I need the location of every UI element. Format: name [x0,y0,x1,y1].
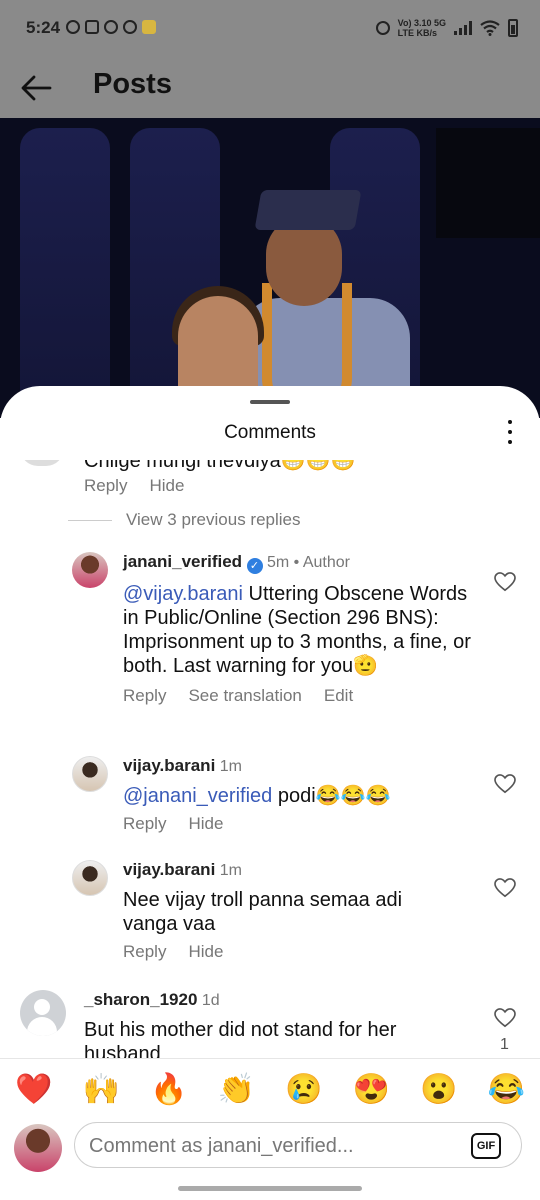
emoji-clap-button[interactable]: 👏 [218,1072,255,1107]
status-bar: 5:24 Vo) 3.10 5G LTE KB/s [0,0,540,60]
reply-button[interactable]: Reply [123,686,166,706]
comment-time: 1m [219,758,242,775]
comment-composer: GIF [74,1122,522,1168]
heart-icon[interactable] [494,572,516,592]
comment-actions: Reply See translation Edit [123,686,483,706]
snapchat-icon [104,20,118,34]
network-top: Vo) 3.10 5G [397,18,446,28]
emoji-heart-button[interactable]: ❤️ [15,1072,52,1107]
comment-header: _sharon_1920 1d [84,990,444,1010]
status-right: Vo) 3.10 5G LTE KB/s [375,18,518,38]
avatar[interactable] [72,552,108,588]
page-title: Posts [93,68,172,100]
message-icon [123,20,137,34]
see-translation-button[interactable]: See translation [188,686,301,706]
view-previous-label: View 3 previous replies [126,510,301,529]
thread-line [68,519,112,521]
comment-text: Nee vijay troll panna semaa adi vanga va… [123,889,403,935]
notification-icons [66,20,156,34]
network-bottom: LTE KB/s [397,28,437,38]
avatar [14,1124,62,1172]
avatar[interactable] [72,756,108,792]
notes-icon [142,20,156,34]
like-count: 1 [500,1036,509,1053]
signal-icon [454,21,472,35]
avatar[interactable] [20,460,64,466]
page-header: Posts [0,60,540,118]
reply-button[interactable]: Reply [84,476,127,496]
comment-header: vijay.barani 1m [123,756,483,776]
comment-time: 1m [219,862,242,879]
comment-actions: Reply Hide [123,814,483,834]
hide-button[interactable]: Hide [188,814,223,834]
battery-icon [508,19,518,37]
alarm-icon [375,21,390,35]
username[interactable]: _sharon_1920 [84,990,197,1009]
avatar[interactable] [72,860,108,896]
username[interactable]: janani_verified [123,552,242,571]
post-video[interactable] [0,118,540,418]
comment-text: @janani_verified podi😂😂😂 [123,784,483,808]
author-tag: • Author [293,554,350,571]
reply-button[interactable]: Reply [123,942,166,962]
mention-link[interactable]: @vijay.barani [123,583,243,605]
comment-body: podi😂😂😂 [272,785,391,807]
heart-icon[interactable] [494,878,516,898]
emoji-bar: ❤️ 🙌 🔥 👏 😢 😍 😮 😂 [0,1066,540,1112]
video-inset [436,128,540,238]
comment-header: janani_verified ✓ 5m • Author [123,552,483,574]
emoji-laughing-button[interactable]: 😂 [488,1072,525,1107]
comment-actions: Reply Hide [123,942,443,962]
mention-link[interactable]: @janani_verified [123,785,272,807]
graduation-cap [254,190,362,230]
comment-list[interactable]: Chiige mungi thevdiya😁😁😁 Reply Hide View… [0,460,540,1058]
verified-badge-icon: ✓ [246,558,263,574]
comment-input[interactable] [89,1133,459,1159]
heart-icon[interactable] [494,1008,516,1028]
reply-button[interactable]: Reply [123,814,166,834]
drag-handle[interactable] [250,400,290,404]
emoji-sad-button[interactable]: 😢 [285,1072,322,1107]
comment-header: vijay.barani 1m [123,860,443,880]
comment-text: Chiige mungi thevdiya😁😁😁 [84,460,356,472]
sheet-title: Comments [224,422,316,443]
more-options-icon[interactable] [508,420,514,444]
hide-button[interactable]: Hide [149,476,184,496]
gif-button[interactable]: GIF [471,1133,501,1159]
username[interactable]: vijay.barani [123,756,215,775]
edit-button[interactable]: Edit [324,686,353,706]
avatar[interactable] [20,990,66,1036]
comment-text: But his mother did not stand for her hus… [84,1019,397,1058]
comment-time: 5m [266,554,290,571]
curtain-shape [20,128,110,418]
heart-icon[interactable] [494,774,516,794]
wifi-icon [480,20,500,36]
username[interactable]: vijay.barani [123,860,215,879]
emoji-heart-eyes-button[interactable]: 😍 [353,1072,390,1107]
comment-time: 1d [201,992,220,1009]
hide-button[interactable]: Hide [188,942,223,962]
divider [0,1058,540,1059]
emoji-surprised-button[interactable]: 😮 [420,1072,457,1107]
view-previous-replies[interactable]: View 3 previous replies [68,510,301,530]
emoji-fire-button[interactable]: 🔥 [150,1072,187,1107]
status-time: 5:24 [26,18,61,37]
whatsapp-icon [66,20,80,34]
arrow-left-icon[interactable] [20,74,52,102]
home-indicator[interactable] [178,1186,362,1191]
emoji-raised-hands-button[interactable]: 🙌 [83,1072,120,1107]
instagram-icon [85,20,99,34]
comment-text: @vijay.barani Uttering Obscene Words in … [123,582,483,678]
comment-actions: Reply Hide [84,476,184,496]
